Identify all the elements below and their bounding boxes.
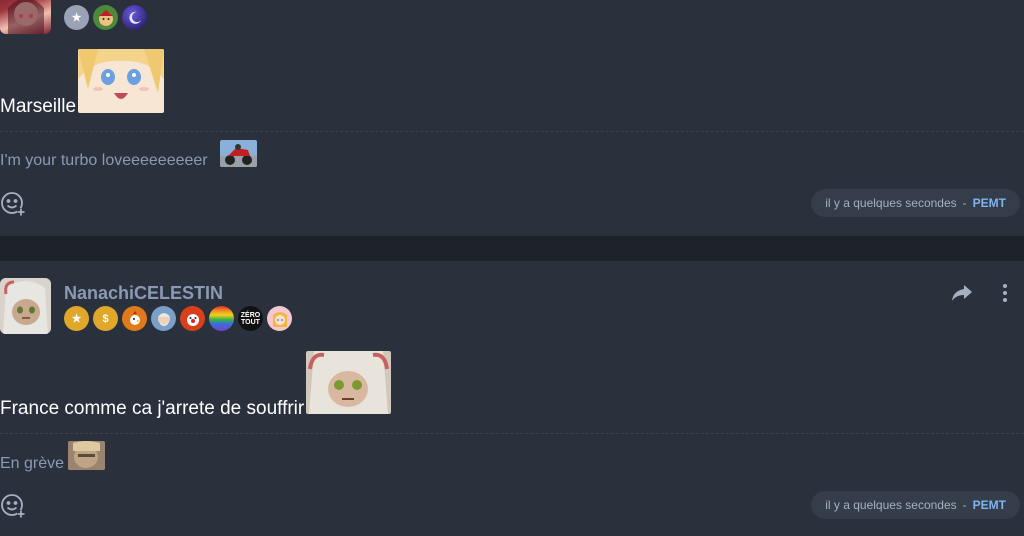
- badge-list: ★: [64, 5, 147, 30]
- avatar[interactable]: [0, 278, 51, 334]
- add-reaction-icon[interactable]: [0, 191, 26, 217]
- star-shield-icon[interactable]: ★: [64, 5, 89, 30]
- dollar-icon[interactable]: $: [93, 306, 118, 331]
- meta-separator: -: [962, 196, 967, 210]
- old-man-icon[interactable]: [151, 306, 176, 331]
- quote-text: I'm your turbo loveeeeeeeeer: [0, 152, 208, 169]
- anime-sticker-image: [78, 49, 164, 113]
- quote-text: En grève: [0, 455, 65, 472]
- timestamp: il y a quelques secondes: [825, 196, 957, 210]
- author-link[interactable]: PEMT: [973, 196, 1006, 210]
- badge-list: ★ $ ZÉRO TOUT: [64, 306, 292, 331]
- add-reaction-icon[interactable]: [0, 493, 26, 519]
- gold-star-icon[interactable]: ★: [64, 306, 89, 331]
- meta-separator: -: [962, 498, 967, 512]
- motorcycle-sticker-image: [220, 140, 257, 167]
- quote-divider: [0, 131, 1024, 132]
- message-separator: [0, 236, 1024, 261]
- clown-icon[interactable]: [180, 306, 205, 331]
- message-text: France comme ca j'arrete de souffrir: [0, 398, 305, 419]
- avatar[interactable]: [0, 0, 51, 34]
- timestamp: il y a quelques secondes: [825, 498, 957, 512]
- elf-face-icon[interactable]: [93, 5, 118, 30]
- anime-girl-icon[interactable]: [267, 306, 292, 331]
- chicken-icon[interactable]: [122, 306, 147, 331]
- more-options-icon[interactable]: [1001, 283, 1009, 308]
- author-link[interactable]: PEMT: [973, 498, 1006, 512]
- zero-tout-icon[interactable]: ZÉRO TOUT: [238, 306, 263, 331]
- timestamp-pill: il y a quelques secondes - PEMT: [811, 189, 1020, 217]
- moon-orb-icon[interactable]: [122, 5, 147, 30]
- share-icon[interactable]: [951, 283, 973, 308]
- quote-divider: [0, 433, 1024, 434]
- rainbow-icon[interactable]: [209, 306, 234, 331]
- username[interactable]: NanachiCELESTIN: [64, 283, 223, 304]
- message-text: Marseille: [0, 96, 77, 117]
- message-card: ★ Marseille I'm your turbo loveeeeeeeeer: [0, 0, 1024, 236]
- blurred-sticker-image: [68, 441, 105, 470]
- nanachi-sticker-image: [306, 351, 391, 414]
- timestamp-pill: il y a quelques secondes - PEMT: [811, 491, 1020, 519]
- message-card: NanachiCELESTIN ★ $ ZÉRO TOUT France com…: [0, 261, 1024, 536]
